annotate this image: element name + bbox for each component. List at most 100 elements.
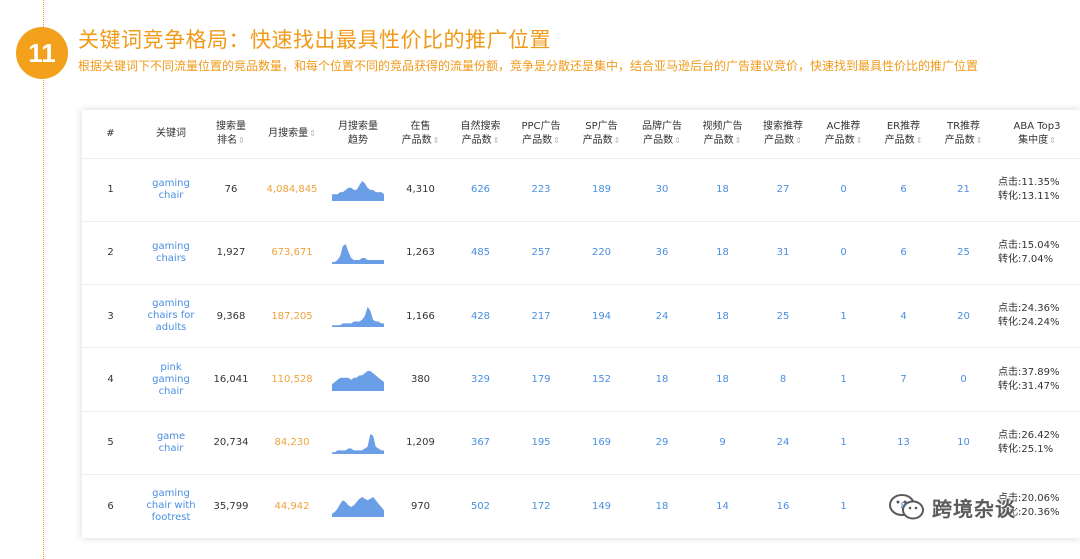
ac-rec-products-link[interactable]: 1 [840, 501, 846, 512]
sp-products-link[interactable]: 169 [592, 437, 611, 448]
aba-conversion-share: 转化:13.11% [998, 190, 1060, 202]
column-header[interactable]: 品牌广告 产品数⇕ [632, 110, 692, 158]
keyword-link[interactable]: gaming chair [143, 178, 199, 202]
er-rec-products-link[interactable]: 6 [900, 247, 906, 258]
tr-rec-products-link[interactable]: 25 [957, 247, 970, 258]
tr-rec-products-link[interactable]: 21 [957, 184, 970, 195]
ac-rec-products-link[interactable]: 1 [840, 437, 846, 448]
sp-products-link[interactable]: 149 [592, 501, 611, 512]
search-rank: 20,734 [213, 437, 249, 449]
tr-rec-products-link[interactable]: 10 [957, 437, 970, 448]
video-ad-products-link[interactable]: 18 [716, 247, 729, 258]
er-rec-products-link[interactable]: 13 [897, 437, 910, 448]
sort-icon[interactable]: ⇕ [916, 136, 923, 145]
column-header[interactable]: PPC广告 产品数⇕ [511, 110, 571, 158]
brand-ad-products-link-cell: 30 [632, 158, 692, 221]
column-header[interactable]: 视频广告 产品数⇕ [692, 110, 753, 158]
brand-ad-products-link[interactable]: 24 [656, 311, 669, 322]
brand-ad-products-link[interactable]: 30 [656, 184, 669, 195]
organic-products-link[interactable]: 485 [471, 247, 490, 258]
search-trend-sparkline [332, 243, 384, 264]
organic-products-link-cell: 428 [450, 285, 511, 348]
sp-products-link-cell: 152 [571, 348, 632, 411]
ppc-products-link[interactable]: 217 [531, 311, 550, 322]
organic-products-link[interactable]: 626 [471, 184, 490, 195]
ac-rec-products-link[interactable]: 1 [840, 311, 846, 322]
sort-icon[interactable]: ⇕ [309, 129, 316, 138]
column-header[interactable]: AC推荐 产品数⇕ [813, 110, 874, 158]
video-ad-products-link[interactable]: 18 [716, 311, 729, 322]
er-rec-products-link[interactable]: 6 [900, 184, 906, 195]
column-header[interactable]: SP广告 产品数⇕ [571, 110, 632, 158]
sp-products-link[interactable]: 220 [592, 247, 611, 258]
sort-icon[interactable]: ⇕ [553, 136, 560, 145]
column-header[interactable]: ER推荐 产品数⇕ [874, 110, 933, 158]
search-rec-products-link[interactable]: 31 [777, 247, 790, 258]
sp-products-link[interactable]: 152 [592, 374, 611, 385]
brand-ad-products-link[interactable]: 36 [656, 247, 669, 258]
tr-rec-products-link[interactable]: 0 [960, 374, 966, 385]
sp-products-link[interactable]: 194 [592, 311, 611, 322]
ppc-products-link[interactable]: 195 [531, 437, 550, 448]
sort-icon[interactable]: ⇕ [976, 136, 983, 145]
column-header-label: PPC广告 [521, 120, 561, 132]
search-rec-products-link[interactable]: 8 [780, 374, 786, 385]
column-header[interactable]: 自然搜索 产品数⇕ [450, 110, 511, 158]
keyword-link[interactable]: gaming chairs for adults [143, 298, 199, 334]
organic-products-link[interactable]: 502 [471, 501, 490, 512]
er-rec-products-link[interactable]: 4 [900, 311, 906, 322]
column-header[interactable]: 搜索推荐 产品数⇕ [753, 110, 813, 158]
video-ad-products-link[interactable]: 18 [716, 184, 729, 195]
ppc-products-link[interactable]: 172 [531, 501, 550, 512]
ac-rec-products-link[interactable]: 0 [840, 184, 846, 195]
column-header-label: 自然搜索 [460, 120, 501, 132]
sort-icon[interactable]: ⇕ [433, 136, 440, 145]
keyword-link[interactable]: gaming chair with footrest [143, 488, 199, 524]
monthly-search-volume: 110,528 [271, 374, 313, 386]
ppc-products-link[interactable]: 223 [531, 184, 550, 195]
aba-conversion-share: 转化:31.47% [998, 380, 1060, 392]
step-number-badge: 11 [16, 27, 68, 79]
organic-products-link[interactable]: 367 [471, 437, 490, 448]
products-on-sale-cell: 380 [391, 348, 450, 411]
search-rec-products-link[interactable]: 24 [777, 437, 790, 448]
search-rec-products-link[interactable]: 27 [777, 184, 790, 195]
tr-rec-products-link[interactable]: 20 [957, 311, 970, 322]
sort-icon[interactable]: ⇕ [238, 136, 245, 145]
column-header[interactable]: 在售 产品数⇕ [391, 110, 450, 158]
ppc-products-link[interactable]: 179 [531, 374, 550, 385]
brand-ad-products-link[interactable]: 18 [656, 374, 669, 385]
column-header[interactable]: 搜索量 排名⇕ [203, 110, 259, 158]
video-ad-products-link-cell: 9 [692, 411, 753, 474]
organic-products-link[interactable]: 329 [471, 374, 490, 385]
column-header[interactable]: ABA Top3 集中度⇕ [994, 110, 1080, 158]
keyword-link[interactable]: pink gaming chair [143, 362, 199, 398]
sort-icon[interactable]: ⇕ [795, 136, 802, 145]
er-rec-products-link[interactable]: 7 [900, 374, 906, 385]
ppc-products-link[interactable]: 257 [531, 247, 550, 258]
keyword-link[interactable]: gaming chairs [143, 241, 199, 265]
sort-icon[interactable]: ⇕ [493, 136, 500, 145]
sort-icon[interactable]: ⇕ [856, 136, 863, 145]
video-ad-products-link[interactable]: 9 [719, 437, 725, 448]
keyword-link[interactable]: game chair [143, 431, 199, 455]
column-header[interactable]: TR推荐 产品数⇕ [933, 110, 994, 158]
column-header[interactable]: 月搜索量⇕ [259, 110, 325, 158]
organic-products-link[interactable]: 428 [471, 311, 490, 322]
video-ad-products-link[interactable]: 14 [716, 501, 729, 512]
row-index-cell: 4 [82, 348, 139, 411]
brand-ad-products-link[interactable]: 18 [656, 501, 669, 512]
brand-ad-products-link[interactable]: 29 [656, 437, 669, 448]
sort-icon[interactable]: ⇕ [1049, 136, 1056, 145]
search-rec-products-link[interactable]: 16 [777, 501, 790, 512]
video-ad-products-link[interactable]: 18 [716, 374, 729, 385]
monthly-search-volume: 84,230 [274, 437, 310, 449]
sort-icon[interactable]: ⇕ [674, 136, 681, 145]
sp-products-link[interactable]: 189 [592, 184, 611, 195]
search-rec-products-link[interactable]: 25 [777, 311, 790, 322]
aba-conversion-share: 转化:24.24% [998, 317, 1060, 329]
sort-icon[interactable]: ⇕ [735, 136, 742, 145]
sort-icon[interactable]: ⇕ [614, 136, 621, 145]
ac-rec-products-link[interactable]: 1 [840, 374, 846, 385]
ac-rec-products-link[interactable]: 0 [840, 247, 846, 258]
